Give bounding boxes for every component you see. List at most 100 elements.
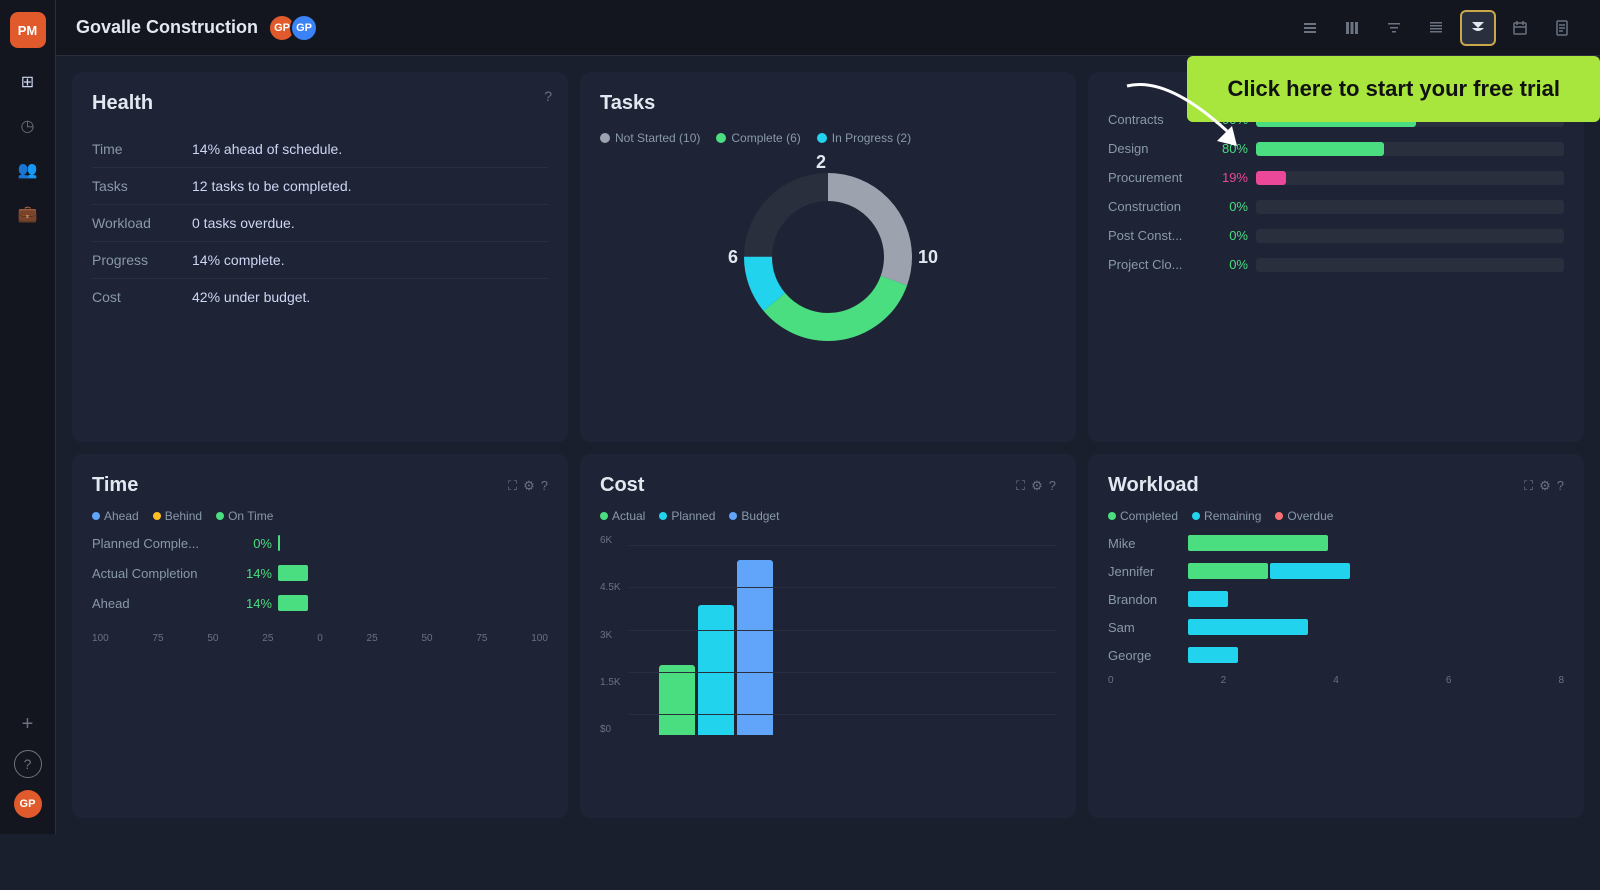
gear-icon-workload[interactable]: ⚙: [1539, 478, 1551, 494]
gear-icon-cost[interactable]: ⚙: [1031, 478, 1043, 494]
health-row-label: Cost: [92, 279, 192, 316]
legend-label: In Progress (2): [832, 131, 911, 145]
header-toolbar: [1292, 10, 1580, 46]
donut-label-right: 10: [918, 247, 938, 268]
workload-legend: CompletedRemainingOverdue: [1108, 509, 1564, 523]
cost-bars: [629, 545, 1056, 735]
health-help-icon[interactable]: ?: [544, 88, 552, 104]
progress-bar-pct: 0%: [1208, 199, 1248, 214]
app-logo[interactable]: PM: [10, 12, 46, 48]
calendar-view-btn[interactable]: [1502, 10, 1538, 46]
legend-dot: [1108, 512, 1116, 520]
sidebar-item-profile[interactable]: GP: [10, 786, 46, 822]
workload-row-bars: [1188, 591, 1228, 607]
time-x-axis: 100 75 50 25 0 25 50 75 100: [92, 625, 548, 644]
workload-x-axis: 0 2 4 6 8: [1108, 675, 1564, 686]
health-row-label: Tasks: [92, 168, 192, 205]
progress-bar-fill: [1256, 142, 1384, 156]
legend-dot: [600, 133, 610, 143]
tasks-chart-area: 6 2 10: [600, 157, 1056, 357]
sidebar-item-dashboard[interactable]: ⊞: [10, 64, 46, 100]
legend-label: Actual: [612, 509, 645, 523]
gear-icon-time[interactable]: ⚙: [523, 478, 535, 494]
health-row: Workload0 tasks overdue.: [92, 205, 548, 242]
progress-bar-pct: 19%: [1208, 170, 1248, 185]
legend-label: Complete (6): [731, 131, 800, 145]
sidebar-item-portfolio[interactable]: 💼: [10, 196, 46, 232]
time-row-label: Actual Completion: [92, 566, 232, 581]
workload-bar-remaining: [1188, 619, 1308, 635]
trial-banner-overlay: Click here to start your free trial: [1187, 56, 1600, 122]
health-row-value: 42% under budget.: [192, 279, 548, 316]
workload-bar-remaining: [1270, 563, 1350, 579]
progress-bar-track: [1256, 200, 1564, 214]
header: Govalle Construction GP GP: [56, 0, 1600, 56]
workload-legend-item: Overdue: [1275, 509, 1333, 523]
sidebar-item-team[interactable]: 👥: [10, 152, 46, 188]
time-chart-row: Ahead 14%: [92, 595, 548, 611]
health-row: Tasks12 tasks to be completed.: [92, 168, 548, 205]
columns-view-btn[interactable]: [1334, 10, 1370, 46]
cost-y-axis: 6K 4.5K 3K 1.5K $0: [600, 535, 621, 735]
time-title: Time: [92, 474, 138, 497]
time-card-header: Time ⛶ ⚙ ?: [92, 474, 548, 497]
table-view-btn[interactable]: [1418, 10, 1454, 46]
help-icon-cost[interactable]: ?: [1049, 478, 1056, 493]
time-row-label: Ahead: [92, 596, 232, 611]
health-row: Cost42% under budget.: [92, 279, 548, 316]
workload-bar-remaining: [1188, 647, 1238, 663]
workload-chart-row: George: [1108, 647, 1564, 663]
progress-bar-label: Construction: [1108, 199, 1208, 214]
cost-title: Cost: [600, 474, 644, 497]
help-icon-time[interactable]: ?: [541, 478, 548, 493]
workload-legend-item: Completed: [1108, 509, 1178, 523]
legend-dot: [1275, 512, 1283, 520]
sidebar-item-history[interactable]: ◷: [10, 108, 46, 144]
progress-bar-row: Procurement 19%: [1108, 170, 1564, 185]
health-row-value: 14% ahead of schedule.: [192, 131, 548, 168]
time-chart-row: Actual Completion 14%: [92, 565, 548, 581]
cost-bar-group-1: [659, 560, 773, 735]
dashboard-view-btn[interactable]: [1460, 10, 1496, 46]
sidebar-item-help[interactable]: ?: [14, 750, 42, 778]
legend-dot: [1192, 512, 1200, 520]
legend-label: Ahead: [104, 509, 139, 523]
list-view-btn[interactable]: [1292, 10, 1328, 46]
expand-icon-time[interactable]: ⛶: [508, 478, 517, 494]
cost-bar-budget: [737, 560, 773, 735]
cost-card-header: Cost ⛶ ⚙ ?: [600, 474, 1056, 497]
help-icon-workload[interactable]: ?: [1557, 478, 1564, 493]
time-card-icons: ⛶ ⚙ ?: [508, 478, 548, 494]
legend-dot: [729, 512, 737, 520]
progress-bar-label: Project Clo...: [1108, 257, 1208, 272]
cost-legend-item: Budget: [729, 509, 779, 523]
time-legend-item: Ahead: [92, 509, 139, 523]
time-legend: AheadBehindOn Time: [92, 509, 548, 523]
progress-bar-track: [1256, 171, 1564, 185]
time-chart-rows: Planned Comple... 0% Actual Completion 1…: [92, 535, 548, 611]
main-content: Health ? Time14% ahead of schedule.Tasks…: [56, 56, 1600, 834]
progress-bar-row: Construction 0%: [1108, 199, 1564, 214]
progress-bar-track: [1256, 142, 1564, 156]
expand-icon-cost[interactable]: ⛶: [1016, 478, 1025, 494]
workload-row-label: Mike: [1108, 536, 1188, 551]
expand-icon-workload[interactable]: ⛶: [1524, 478, 1533, 494]
workload-row-bars: [1188, 647, 1238, 663]
filter-btn[interactable]: [1376, 10, 1412, 46]
cost-legend: ActualPlannedBudget: [600, 509, 1056, 523]
header-title-section: Govalle Construction GP GP: [76, 14, 1292, 42]
tasks-legend-item: Complete (6): [716, 131, 800, 145]
doc-view-btn[interactable]: [1544, 10, 1580, 46]
trial-banner-text: Click here to start your free trial: [1227, 76, 1560, 101]
time-chart-row: Planned Comple... 0%: [92, 535, 548, 551]
page-title: Govalle Construction: [76, 17, 258, 38]
legend-dot: [153, 512, 161, 520]
tasks-legend-item: In Progress (2): [817, 131, 911, 145]
workload-card-header: Workload ⛶ ⚙ ?: [1108, 474, 1564, 497]
progress-bar-fill: [1256, 171, 1286, 185]
donut-chart: 6 2 10: [728, 157, 928, 357]
workload-bar-completed: [1188, 535, 1328, 551]
legend-label: On Time: [228, 509, 273, 523]
time-row-bar: [278, 535, 280, 551]
sidebar-item-add[interactable]: +: [10, 706, 46, 742]
